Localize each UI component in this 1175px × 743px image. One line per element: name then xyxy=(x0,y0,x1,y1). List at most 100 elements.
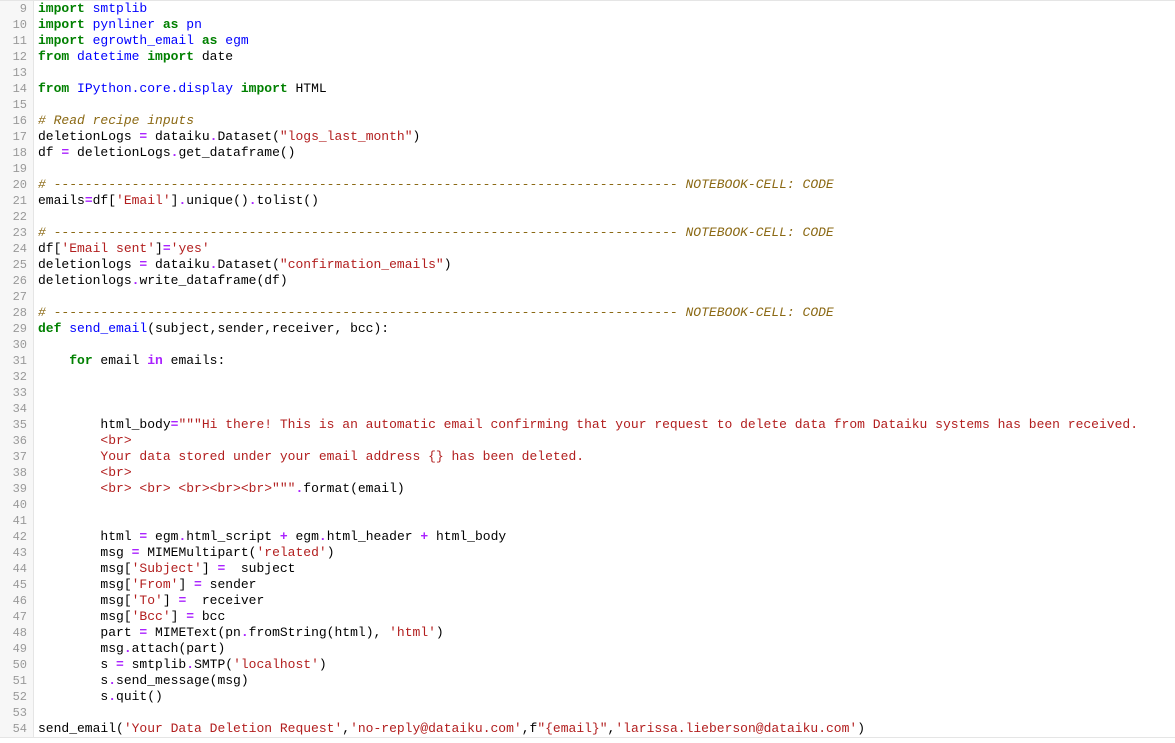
code-line[interactable]: # Read recipe inputs xyxy=(38,113,1171,129)
code-token: subject xyxy=(225,561,295,576)
code-line[interactable]: df = deletionLogs.get_dataframe() xyxy=(38,145,1171,161)
code-token: attach(part) xyxy=(132,641,226,656)
code-editor[interactable]: 9101112131415161718192021222324252627282… xyxy=(0,0,1175,738)
code-line[interactable] xyxy=(38,497,1171,513)
code-token: 'larissa.lieberson@dataiku.com' xyxy=(615,721,857,736)
line-number: 43 xyxy=(0,545,33,561)
code-line[interactable] xyxy=(38,289,1171,305)
code-line[interactable] xyxy=(38,705,1171,721)
code-line[interactable]: # --------------------------------------… xyxy=(38,177,1171,193)
line-number: 27 xyxy=(0,289,33,305)
code-token: email xyxy=(93,353,148,368)
line-number: 16 xyxy=(0,113,33,129)
code-token: in xyxy=(147,353,163,368)
line-number: 50 xyxy=(0,657,33,673)
line-number: 36 xyxy=(0,433,33,449)
code-line[interactable]: import egrowth_email as egm xyxy=(38,33,1171,49)
code-line[interactable]: import pynliner as pn xyxy=(38,17,1171,33)
code-token: dataiku xyxy=(147,257,209,272)
code-token xyxy=(155,17,163,32)
line-number: 45 xyxy=(0,577,33,593)
line-number: 38 xyxy=(0,465,33,481)
code-token: send_message(msg) xyxy=(116,673,249,688)
code-line[interactable]: # --------------------------------------… xyxy=(38,225,1171,241)
code-line[interactable] xyxy=(38,385,1171,401)
code-token: # --------------------------------------… xyxy=(38,177,834,192)
code-token: = xyxy=(163,241,171,256)
code-token: , xyxy=(342,721,350,736)
code-line[interactable] xyxy=(38,401,1171,417)
code-token: html_body xyxy=(428,529,506,544)
code-token: 'From' xyxy=(132,577,179,592)
code-token: # --------------------------------------… xyxy=(38,225,834,240)
code-line[interactable]: for email in emails: xyxy=(38,353,1171,369)
code-line[interactable]: deletionlogs = dataiku.Dataset("confirma… xyxy=(38,257,1171,273)
code-line[interactable]: from IPython.core.display import HTML xyxy=(38,81,1171,97)
code-line[interactable]: msg['Subject'] = subject xyxy=(38,561,1171,577)
code-token: ) xyxy=(436,625,444,640)
code-line[interactable]: s.send_message(msg) xyxy=(38,673,1171,689)
code-line[interactable]: msg.attach(part) xyxy=(38,641,1171,657)
code-line[interactable] xyxy=(38,161,1171,177)
code-line[interactable] xyxy=(38,337,1171,353)
code-token: deletionLogs xyxy=(69,145,170,160)
code-token: + xyxy=(420,529,428,544)
code-token: ) xyxy=(327,545,335,560)
code-line[interactable]: s = smtplib.SMTP('localhost') xyxy=(38,657,1171,673)
code-line[interactable] xyxy=(38,369,1171,385)
code-line[interactable]: part = MIMEText(pn.fromString(html), 'ht… xyxy=(38,625,1171,641)
code-token: msg[ xyxy=(38,561,132,576)
code-line[interactable]: html_body="""Hi there! This is an automa… xyxy=(38,417,1171,433)
code-line[interactable]: Your data stored under your email addres… xyxy=(38,449,1171,465)
code-line[interactable]: s.quit() xyxy=(38,689,1171,705)
code-line[interactable]: df['Email sent']='yes' xyxy=(38,241,1171,257)
code-token: s xyxy=(38,689,108,704)
code-token: egrowth_email xyxy=(93,33,194,48)
code-token xyxy=(194,33,202,48)
code-token: "{email}" xyxy=(537,721,607,736)
line-number: 42 xyxy=(0,529,33,545)
code-line[interactable]: <br> <br> <br><br><br>""".format(email) xyxy=(38,481,1171,497)
code-token: . xyxy=(186,657,194,672)
code-token: smtplib xyxy=(93,1,148,16)
code-token: 'Email sent' xyxy=(61,241,155,256)
code-line[interactable]: # --------------------------------------… xyxy=(38,305,1171,321)
code-line[interactable] xyxy=(38,65,1171,81)
code-line[interactable]: send_email('Your Data Deletion Request',… xyxy=(38,721,1171,737)
code-line[interactable] xyxy=(38,209,1171,225)
code-token: smtplib xyxy=(124,657,186,672)
code-token: = xyxy=(85,193,93,208)
code-line[interactable]: <br> xyxy=(38,433,1171,449)
code-token: ) xyxy=(319,657,327,672)
code-token: s xyxy=(38,673,108,688)
code-line[interactable]: html = egm.html_script + egm.html_header… xyxy=(38,529,1171,545)
line-number: 29 xyxy=(0,321,33,337)
code-token: MIMEMultipart( xyxy=(139,545,256,560)
code-token: def xyxy=(38,321,69,336)
code-line[interactable]: emails=df['Email'].unique().tolist() xyxy=(38,193,1171,209)
code-line[interactable] xyxy=(38,97,1171,113)
code-line[interactable]: <br> xyxy=(38,465,1171,481)
line-number: 48 xyxy=(0,625,33,641)
code-line[interactable]: msg['From'] = sender xyxy=(38,577,1171,593)
code-line[interactable]: deletionlogs.write_dataframe(df) xyxy=(38,273,1171,289)
line-number: 40 xyxy=(0,497,33,513)
code-line[interactable]: msg = MIMEMultipart('related') xyxy=(38,545,1171,561)
line-number: 46 xyxy=(0,593,33,609)
code-token: msg[ xyxy=(38,593,132,608)
code-line[interactable]: msg['To'] = receiver xyxy=(38,593,1171,609)
code-line[interactable]: def send_email(subject,sender,receiver, … xyxy=(38,321,1171,337)
code-line[interactable]: import smtplib xyxy=(38,1,1171,17)
code-token: ] xyxy=(155,241,163,256)
code-line[interactable]: from datetime import date xyxy=(38,49,1171,65)
code-token: Your data stored under your email addres… xyxy=(38,449,584,464)
code-area[interactable]: import smtplibimport pynliner as pnimpor… xyxy=(34,1,1175,737)
code-line[interactable]: deletionLogs = dataiku.Dataset("logs_las… xyxy=(38,129,1171,145)
code-token: quit() xyxy=(116,689,163,704)
code-token: send_email xyxy=(69,321,147,336)
code-token: ) xyxy=(857,721,865,736)
code-token: . xyxy=(249,193,257,208)
line-number: 30 xyxy=(0,337,33,353)
code-line[interactable] xyxy=(38,513,1171,529)
code-line[interactable]: msg['Bcc'] = bcc xyxy=(38,609,1171,625)
